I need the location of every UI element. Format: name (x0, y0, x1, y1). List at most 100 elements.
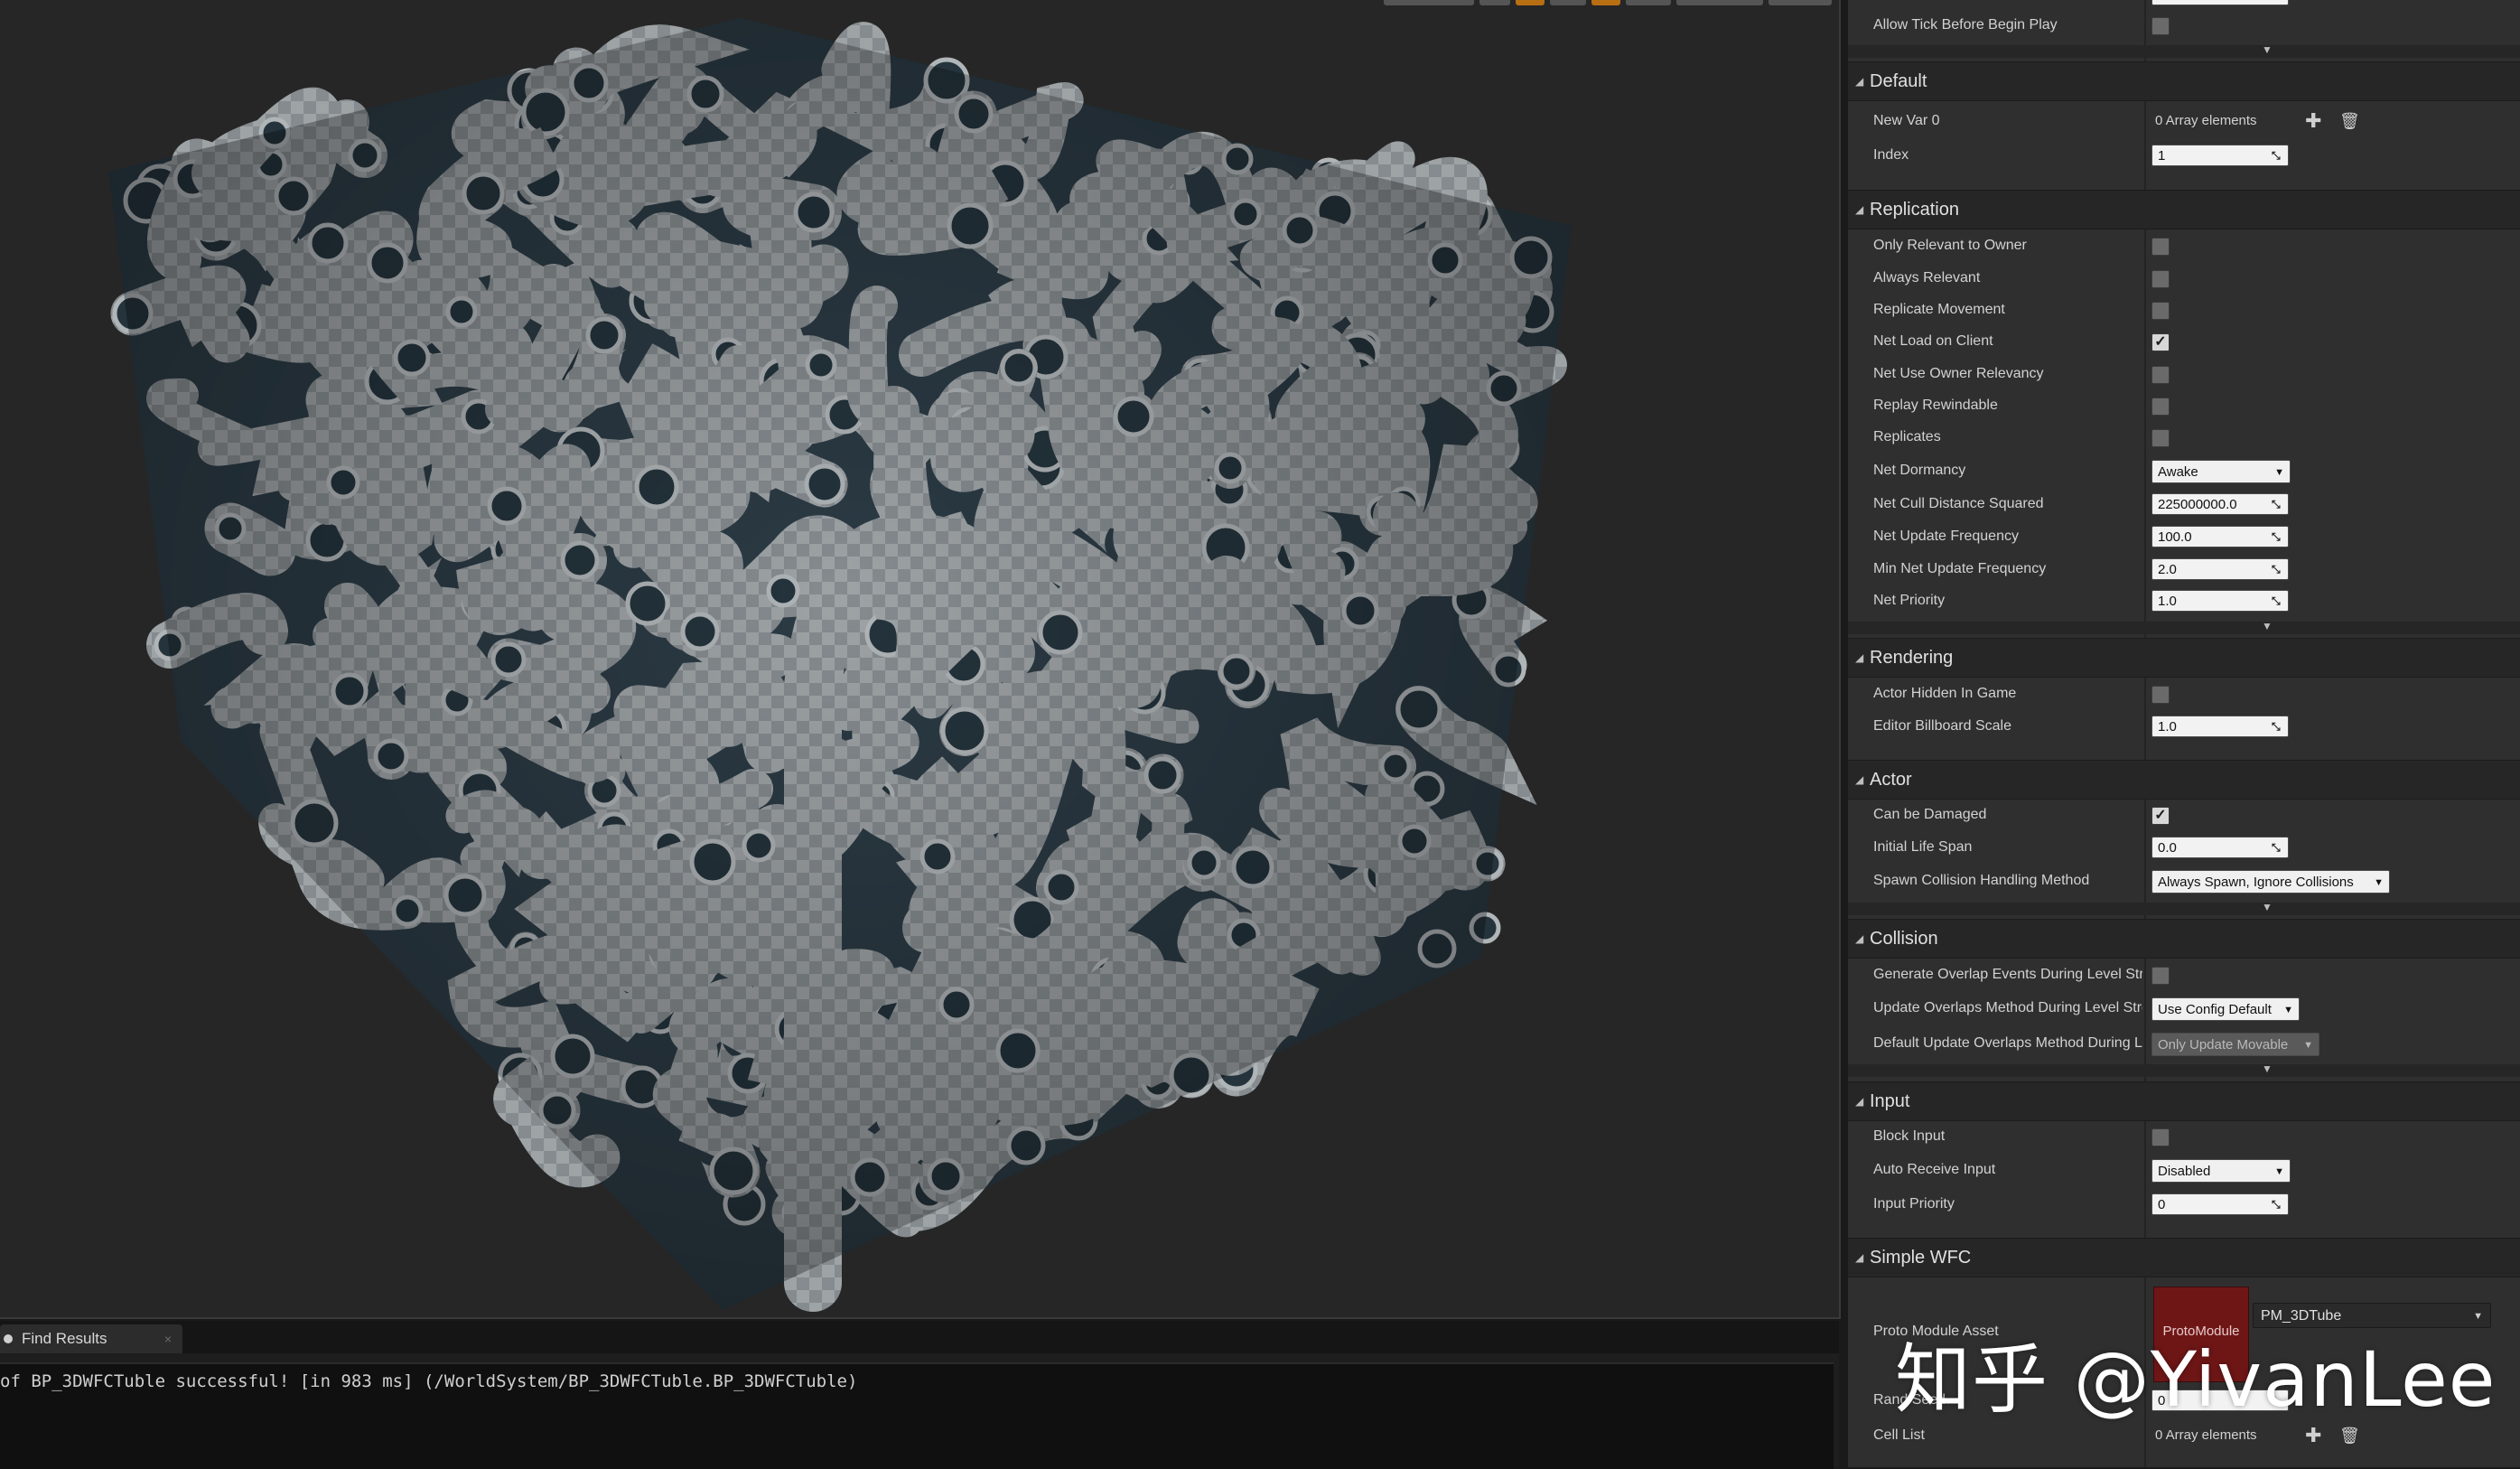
checkbox[interactable] (2151, 238, 2170, 256)
property-row: Editor Billboard Scale 1.0 ⤡ (1848, 710, 2520, 743)
category-rendering[interactable]: ◢ Rendering (1848, 638, 2520, 678)
tab-label: Find Results (22, 1330, 107, 1347)
property-label: Net Use Owner Relevancy (1873, 366, 2044, 381)
property-row: Net Dormancy Awake ▼ (1848, 454, 2520, 487)
dropdown-value: Disabled (2158, 1164, 2211, 1179)
advanced-expander[interactable]: ▼ (1848, 901, 2520, 915)
checkbox[interactable] (2151, 398, 2170, 416)
spinner-icon[interactable]: ⤡ (2272, 563, 2284, 575)
advanced-expander[interactable]: ▼ (1848, 1062, 2520, 1077)
checkbox-checked[interactable]: ✓ (2151, 333, 2170, 351)
property-row: Initial Life Span 0.0 ⤡ (1848, 831, 2520, 864)
property-row: Min Net Update Frequency 2.0 ⤡ (1848, 553, 2520, 585)
field-value: 225000000.0 (2158, 497, 2237, 512)
advanced-expander[interactable]: ▼ (1848, 43, 2520, 58)
net-update-frequency-field[interactable]: 100.0 ⤡ (2151, 526, 2289, 547)
auto-receive-input-dropdown[interactable]: Disabled ▼ (2151, 1159, 2291, 1183)
spinner-icon[interactable]: ⤡ (2272, 498, 2284, 510)
checkbox[interactable] (2151, 17, 2170, 35)
category-collision[interactable]: ◢ Collision (1848, 919, 2520, 959)
category-input[interactable]: ◢ Input (1848, 1081, 2520, 1121)
spawn-collision-dropdown[interactable]: Always Spawn, Ignore Collisions ▼ (2151, 870, 2390, 894)
spinner-icon[interactable]: ⤡ (2272, 530, 2284, 543)
field-value: 1 (2158, 148, 2166, 164)
collapse-icon: ◢ (1855, 1095, 1864, 1108)
category-replication[interactable]: ◢ Replication (1848, 190, 2520, 229)
property-row: Replicates (1848, 421, 2520, 454)
billboard-scale-field[interactable]: 1.0 ⤡ (2151, 716, 2289, 737)
checkbox[interactable] (2151, 366, 2170, 384)
property-label: Block Input (1873, 1128, 1946, 1144)
default-update-overlaps-dropdown: Only Update Movable ▼ (2151, 1033, 2319, 1056)
close-icon[interactable]: × (164, 1332, 172, 1346)
spinner-icon[interactable]: ⤡ (2272, 149, 2284, 162)
spinner-icon[interactable]: ⤡ (2272, 720, 2284, 733)
update-overlaps-dropdown[interactable]: Use Config Default ▼ (2151, 997, 2300, 1021)
property-label: Replicate Movement (1873, 302, 2005, 317)
collapse-icon: ◢ (1855, 932, 1864, 945)
property-label: Net Dormancy (1873, 463, 1966, 478)
net-dormancy-dropdown[interactable]: Awake ▼ (2151, 460, 2291, 483)
checkbox[interactable] (2151, 686, 2170, 704)
advanced-expander[interactable]: ▼ (1848, 620, 2520, 634)
property-label: Allow Tick Before Begin Play (1873, 17, 2058, 33)
category-default[interactable]: ◢ Default (1848, 61, 2520, 101)
property-row: Only Relevant to Owner (1848, 229, 2520, 262)
checkbox[interactable] (2151, 1128, 2170, 1146)
property-label: Spawn Collision Handling Method (1873, 873, 2090, 888)
log-output[interactable]: of BP_3DWFCTuble successful! [in 983 ms]… (0, 1362, 1834, 1469)
collapse-icon: ◢ (1855, 75, 1864, 88)
category-label: Default (1870, 71, 1927, 91)
property-label: Editor Billboard Scale (1873, 718, 2011, 734)
category-actor[interactable]: ◢ Actor (1848, 760, 2520, 800)
level-viewport[interactable] (0, 0, 1841, 1319)
property-label: Index (1873, 147, 1909, 163)
field-value: 1.0 (2158, 594, 2177, 609)
input-priority-field[interactable]: 0 ⤡ (2151, 1193, 2289, 1215)
spinner-icon[interactable]: ⤡ (2272, 841, 2284, 854)
property-label: Can be Damaged (1873, 807, 1987, 822)
log-line: of BP_3DWFCTuble successful! [in 983 ms]… (0, 1371, 858, 1391)
field-value: 0 (2158, 1197, 2166, 1212)
spinner-icon[interactable]: ⤡ (2272, 594, 2284, 607)
property-row (1848, 0, 2520, 9)
category-label: Collision (1870, 929, 1938, 949)
chevron-down-icon: ▼ (2262, 43, 2273, 56)
tab-find-results[interactable]: Find Results × (0, 1324, 182, 1353)
add-element-icon[interactable]: ✚ (2305, 105, 2321, 137)
chevron-down-icon: ▼ (2374, 877, 2384, 888)
property-row: Can be Damaged ✓ (1848, 799, 2520, 831)
dropdown-value: Awake (2158, 464, 2198, 480)
index-field[interactable]: 1 ⤡ (2151, 145, 2289, 166)
checkbox[interactable] (2151, 429, 2170, 447)
property-row: Input Priority 0 ⤡ (1848, 1188, 2520, 1221)
panel-tab-strip: Find Results × (0, 1321, 1839, 1353)
trash-icon[interactable]: 🗑 (2339, 105, 2360, 137)
chevron-down-icon: ▼ (2262, 901, 2273, 913)
find-results-icon (4, 1334, 13, 1343)
category-simple-wfc[interactable]: ◢ Simple WFC (1848, 1238, 2520, 1277)
property-row: Net Update Frequency 100.0 ⤡ (1848, 520, 2520, 553)
chevron-down-icon: ▼ (2262, 620, 2273, 632)
property-label: Actor Hidden In Game (1873, 686, 2017, 701)
property-label: Generate Overlap Events During Level Str… (1873, 967, 2142, 982)
net-priority-field[interactable]: 1.0 ⤡ (2151, 590, 2289, 612)
truncated-field[interactable] (2151, 0, 2289, 5)
spinner-icon[interactable]: ⤡ (2272, 1198, 2284, 1211)
net-cull-field[interactable]: 225000000.0 ⤡ (2151, 493, 2289, 515)
dropdown-value: Always Spawn, Ignore Collisions (2158, 875, 2354, 890)
property-row: Generate Overlap Events During Level Str… (1848, 959, 2520, 991)
collapse-icon: ◢ (1855, 1251, 1864, 1264)
property-label: Default Update Overlaps Method During Le (1873, 1035, 2142, 1051)
checkbox-checked[interactable]: ✓ (2151, 807, 2170, 825)
checkbox[interactable] (2151, 302, 2170, 320)
property-row: Allow Tick Before Begin Play (1848, 9, 2520, 42)
dropdown-value: Use Config Default (2158, 1002, 2272, 1017)
chevron-down-icon: ▼ (2283, 1005, 2293, 1015)
initial-life-span-field[interactable]: 0.0 ⤡ (2151, 837, 2289, 858)
checkbox[interactable] (2151, 270, 2170, 288)
chevron-down-icon: ▼ (2274, 1166, 2284, 1177)
property-label: Net Cull Distance Squared (1873, 496, 2044, 511)
min-net-update-field[interactable]: 2.0 ⤡ (2151, 558, 2289, 580)
checkbox[interactable] (2151, 967, 2170, 985)
